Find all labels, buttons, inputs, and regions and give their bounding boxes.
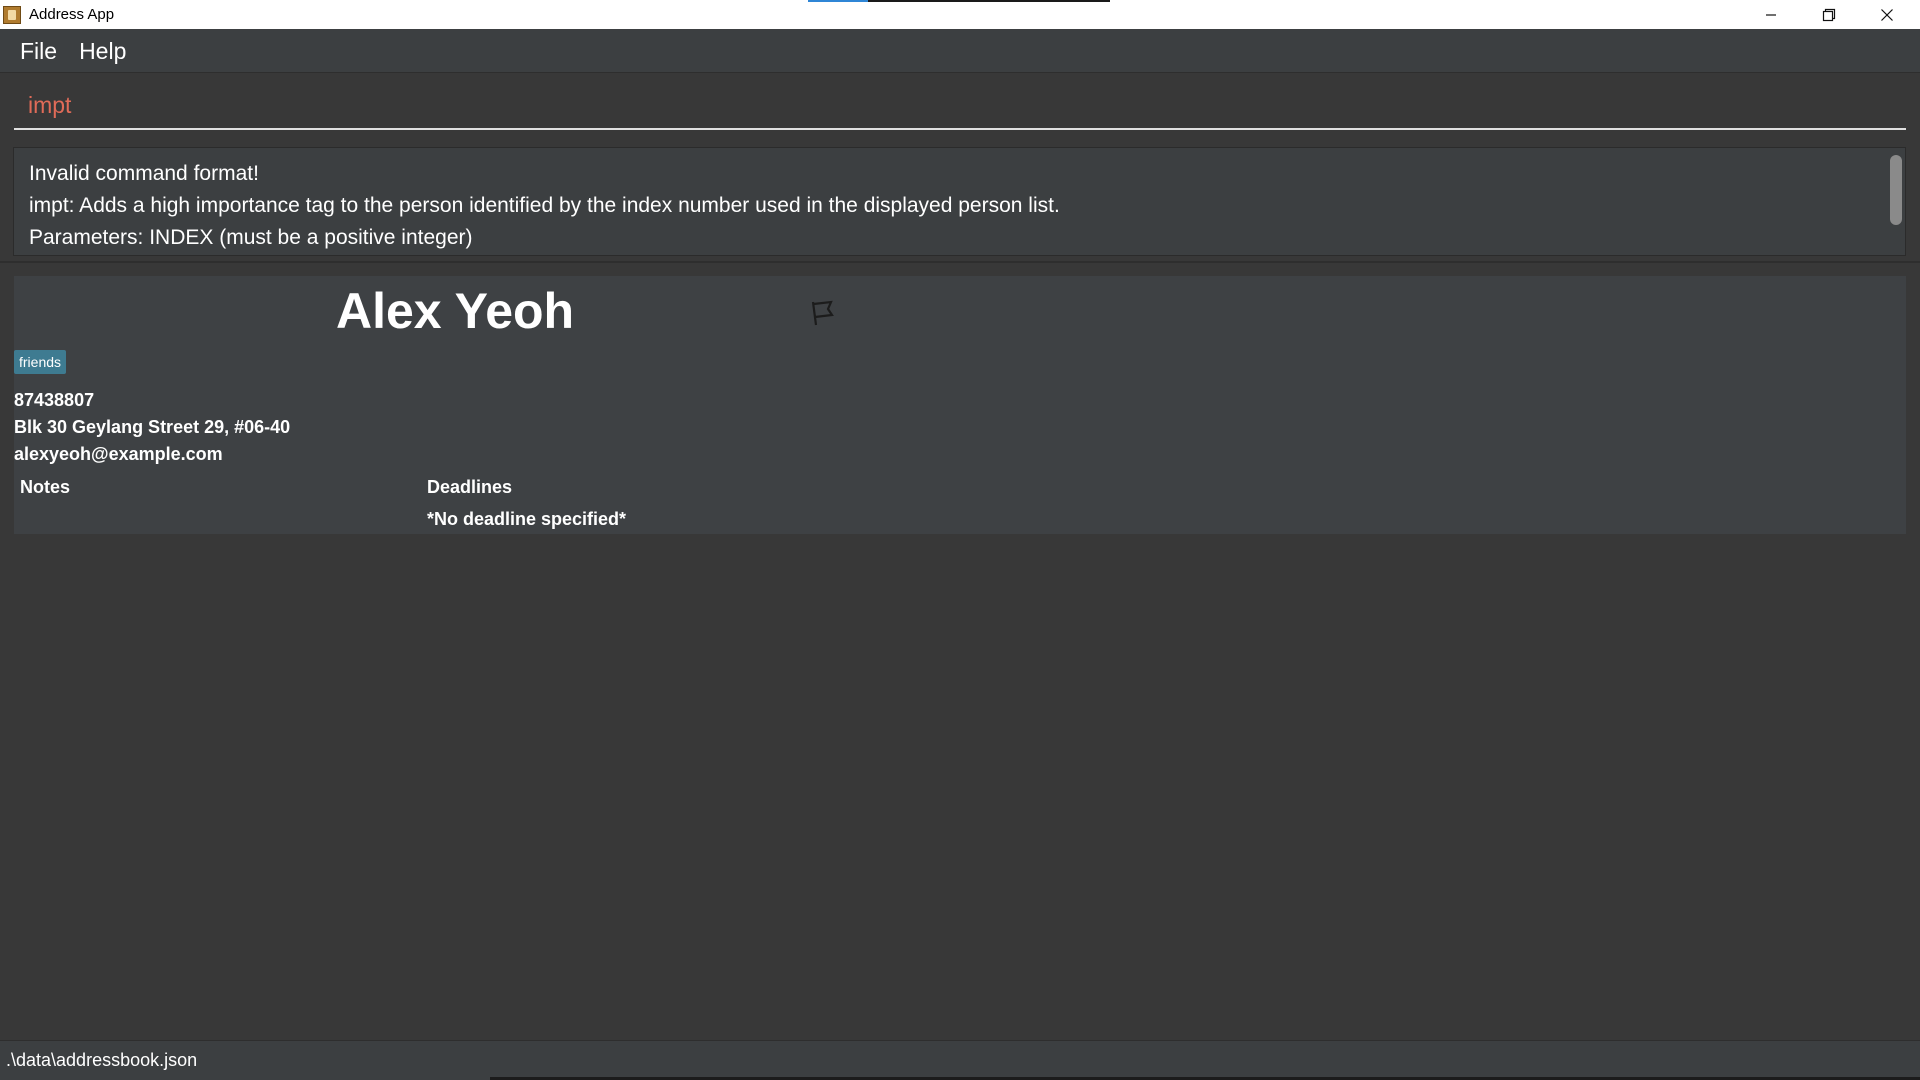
- address-book-icon: [3, 5, 21, 24]
- result-line: impt: Adds a high importance tag to the …: [29, 194, 1060, 217]
- close-button[interactable]: [1858, 0, 1916, 29]
- deadlines-heading: Deadlines: [427, 477, 513, 497]
- notes-heading: Notes: [20, 477, 71, 497]
- command-input[interactable]: [14, 82, 1906, 130]
- minimize-icon: [1766, 13, 1776, 16]
- deadline-empty-text: *No deadline specified*: [427, 509, 627, 529]
- window-title: Address App: [29, 6, 115, 23]
- flag-icon: [807, 298, 837, 328]
- restore-button[interactable]: [1800, 0, 1858, 29]
- loading-progress-bar: [808, 0, 1110, 2]
- save-location: .\data\addressbook.json: [6, 1050, 198, 1070]
- person-name: Alex Yeoh: [336, 283, 575, 339]
- section-divider: [0, 261, 1920, 263]
- result-display[interactable]: Invalid command format! impt: Adds a hig…: [13, 147, 1906, 256]
- status-bar: .\data\addressbook.json: [0, 1040, 1920, 1080]
- restore-icon: [1822, 8, 1836, 21]
- person-phone: 87438807: [14, 390, 95, 410]
- menu-help[interactable]: Help: [69, 29, 136, 73]
- tag-badge: friends: [14, 350, 67, 374]
- title-bar: Address App: [0, 0, 1920, 29]
- result-scrollbar[interactable]: [1890, 155, 1902, 225]
- close-icon: [1881, 8, 1893, 21]
- loading-progress-fill: [808, 0, 869, 2]
- person-address: Blk 30 Geylang Street 29, #06-40: [14, 417, 291, 437]
- result-line: Parameters: INDEX (must be a positive in…: [29, 226, 473, 249]
- menu-file[interactable]: File: [10, 29, 67, 73]
- menu-bar: File Help: [0, 29, 1920, 73]
- person-card[interactable]: Alex Yeoh friends 87438807 Blk 30 Geylan…: [14, 276, 1906, 534]
- person-email: alexyeoh@example.com: [14, 444, 223, 464]
- result-line: Invalid command format!: [29, 162, 259, 185]
- command-box: [0, 74, 1920, 136]
- minimize-button[interactable]: [1742, 0, 1800, 29]
